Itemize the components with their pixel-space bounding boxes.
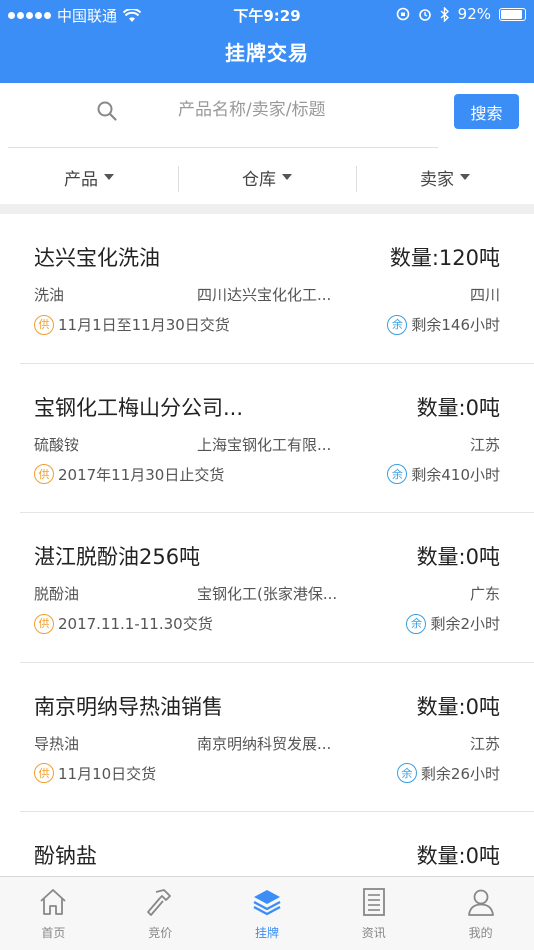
search-icon (97, 101, 117, 121)
listing-region: 江苏 (469, 435, 500, 454)
tab-profile[interactable]: 我的 (427, 877, 534, 950)
listing-title: 酚钠盐 (34, 844, 97, 868)
list-item[interactable]: 宝钢化工梅山分公司... 数量:0吨 硫酸铵 上海宝钢化工有限... 江苏 供 … (0, 364, 534, 514)
user-icon (467, 889, 494, 916)
remaining-text: 剩余410小时 (411, 465, 500, 484)
hammer-icon (147, 889, 172, 916)
tab-label: 首页 (41, 926, 66, 940)
battery-percent: 92% (457, 5, 491, 23)
battery-icon (499, 7, 526, 21)
page-title: 挂牌交易 (0, 28, 534, 83)
filter-label: 产品 (64, 169, 98, 190)
news-icon (362, 888, 385, 916)
tab-home[interactable]: 首页 (0, 877, 107, 950)
search-input[interactable] (178, 95, 418, 125)
supply-badge-icon: 供 (34, 464, 54, 484)
listing-remaining: 余 剩余410小时 (387, 464, 500, 485)
tab-news[interactable]: 资讯 (320, 877, 427, 950)
filter-seller[interactable]: 卖家 (356, 150, 534, 204)
caret-down-icon (460, 174, 470, 180)
listing-quantity: 数量:0吨 (416, 545, 500, 569)
listing-region: 广东 (469, 585, 500, 603)
filter-product[interactable]: 产品 (0, 150, 178, 204)
listing-title: 宝钢化工梅山分公司... (34, 395, 244, 420)
caret-down-icon (104, 174, 114, 180)
remain-badge-icon: 余 (396, 763, 417, 783)
remain-badge-icon: 余 (406, 613, 427, 634)
listing-title: 南京明纳导热油销售 (34, 694, 223, 719)
filter-warehouse[interactable]: 仓库 (178, 150, 356, 204)
remaining-text: 剩余26小时 (420, 764, 500, 783)
listing-remaining: 余 剩余2小时 (406, 613, 500, 634)
delivery-text: 2017年11月30日止交货 (58, 465, 225, 484)
bluetooth-icon (440, 6, 449, 22)
search-button[interactable]: 搜索 (454, 94, 519, 129)
divider (0, 204, 534, 214)
tab-label: 竞价 (148, 926, 173, 940)
tab-label: 资讯 (361, 926, 386, 940)
layers-icon (253, 890, 281, 916)
listing-delivery: 供 2017.11.1-11.30交货 (34, 613, 213, 634)
supply-badge-icon: 供 (34, 314, 54, 335)
listing-remaining: 余 剩余146小时 (387, 314, 500, 335)
listing-product: 脱酚油 (34, 585, 80, 603)
filter-label: 卖家 (420, 169, 454, 190)
listing-delivery: 供 2017年11月30日止交货 (34, 464, 224, 485)
listing-region: 江苏 (469, 734, 500, 753)
listing-product: 导热油 (34, 734, 80, 753)
remain-badge-icon: 余 (387, 314, 408, 335)
remaining-text: 剩余2小时 (430, 615, 500, 633)
listing-list[interactable]: 达兴宝化洗油 数量:120吨 洗油 四川达兴宝化化工... 四川 供 11月1日… (0, 214, 534, 876)
listing-quantity: 数量:0吨 (416, 844, 500, 868)
tab-bidding[interactable]: 竞价 (107, 877, 214, 950)
home-icon (40, 889, 66, 915)
listing-delivery: 供 11月10日交货 (34, 763, 156, 784)
list-item[interactable]: 达兴宝化洗油 数量:120吨 洗油 四川达兴宝化化工... 四川 供 11月1日… (0, 214, 534, 364)
list-item[interactable]: 酚钠盐 数量:0吨 (0, 812, 534, 876)
listing-delivery: 供 11月1日至11月30日交货 (34, 314, 230, 335)
listing-seller: 宝钢化工(张家港保... (197, 585, 338, 603)
listing-remaining: 余 剩余26小时 (396, 763, 500, 784)
caret-down-icon (282, 174, 292, 180)
search-bar: 搜索 (0, 83, 534, 149)
listing-seller: 上海宝钢化工有限... (197, 435, 332, 454)
alarm-icon (418, 9, 431, 21)
tab-label: 挂牌 (254, 926, 279, 940)
listing-title: 湛江脱酚油256吨 (34, 545, 201, 569)
supply-badge-icon: 供 (34, 613, 54, 634)
listing-quantity: 数量:0吨 (416, 395, 500, 420)
listing-product: 硫酸铵 (34, 435, 80, 454)
tab-label: 我的 (468, 926, 493, 940)
listing-quantity: 数量:120吨 (389, 246, 500, 270)
supply-badge-icon: 供 (34, 763, 54, 783)
listing-product: 洗油 (34, 286, 65, 304)
listing-seller: 南京明纳科贸发展... (197, 734, 332, 753)
filter-label: 仓库 (242, 169, 276, 190)
status-bar: 中国联通 下午9:29 92% (0, 0, 534, 28)
filter-bar: 产品 仓库 卖家 (0, 150, 534, 204)
listing-title: 达兴宝化洗油 (34, 246, 160, 270)
delivery-text: 11月10日交货 (58, 764, 157, 783)
listing-quantity: 数量:0吨 (416, 694, 500, 719)
tab-listing[interactable]: 挂牌 (214, 877, 321, 950)
search-field[interactable] (8, 83, 438, 148)
rotation-lock-icon (396, 7, 409, 21)
delivery-text: 11月1日至11月30日交货 (58, 316, 230, 334)
list-item[interactable]: 湛江脱酚油256吨 数量:0吨 脱酚油 宝钢化工(张家港保... 广东 供 20… (0, 513, 534, 663)
delivery-text: 2017.11.1-11.30交货 (58, 615, 213, 633)
tab-bar: 首页 竞价 挂牌 资讯 我的 (0, 876, 534, 950)
remaining-text: 剩余146小时 (411, 316, 500, 334)
remain-badge-icon: 余 (387, 464, 408, 484)
list-item[interactable]: 南京明纳导热油销售 数量:0吨 导热油 南京明纳科贸发展... 江苏 供 11月… (0, 663, 534, 813)
listing-seller: 四川达兴宝化化工... (197, 286, 332, 304)
listing-region: 四川 (469, 286, 500, 304)
